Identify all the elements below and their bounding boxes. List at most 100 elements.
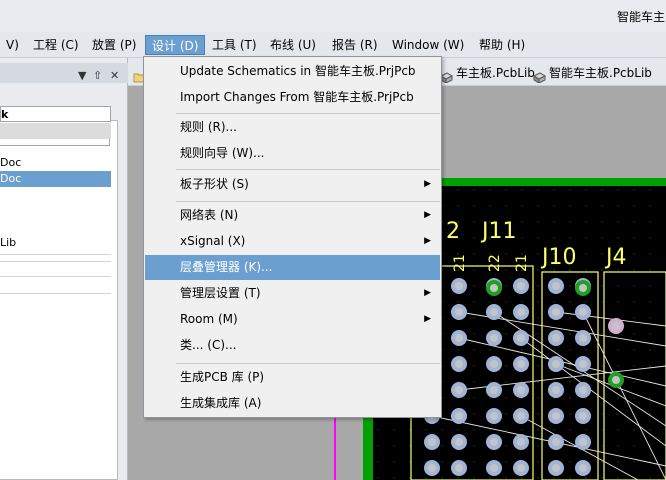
submenu-arrow-icon: ▶ (424, 288, 431, 298)
pad-pink (608, 318, 624, 334)
pad (451, 460, 467, 476)
tree-item[interactable] (0, 123, 111, 139)
pad (451, 382, 467, 398)
pin-label-21a: 21 (452, 254, 468, 272)
menu-7[interactable]: Window (W) (386, 35, 470, 55)
design-menu-item-label: 板子形状 (S) (180, 177, 249, 191)
tree-divider (0, 293, 111, 294)
design-menu-item-label: Update Schematics in 智能车主板.PrjPcb (180, 64, 416, 78)
pad-green (608, 372, 624, 388)
designator-j4: J4 (604, 245, 627, 270)
menu-0[interactable]: V) (0, 35, 25, 55)
design-menu-item-2[interactable]: 规则 (R)... (145, 115, 440, 140)
submenu-arrow-icon: ▶ (424, 210, 431, 220)
menu-4[interactable]: 工具 (T) (206, 35, 263, 55)
menu-1[interactable]: 工程 (C) (27, 35, 85, 55)
pad (575, 356, 591, 372)
design-menu-item-label: xSignal (X) (180, 234, 246, 248)
tree-item[interactable]: k (0, 106, 111, 122)
design-menu-item-label: 网络表 (N) (180, 208, 239, 222)
pad (513, 278, 529, 294)
pad (548, 408, 564, 424)
title-bar: 智能车主 (0, 0, 666, 32)
menu-separator (176, 363, 440, 364)
designator-j11: J11 (480, 219, 516, 244)
design-menu-item-7[interactable]: 层叠管理器 (K)... (145, 255, 440, 280)
pad (513, 382, 529, 398)
design-menu-item-1[interactable]: Import Changes From 智能车主板.PrjPcb (145, 85, 440, 110)
menu-6[interactable]: 报告 (R) (326, 35, 384, 55)
doc-tab[interactable]: 智能车主板.PcbLib (532, 62, 652, 84)
pad (451, 408, 467, 424)
doc-tab-label: 智能车主板.PcbLib (549, 66, 652, 80)
designator-2: 2 (446, 219, 460, 244)
design-menu-item-5[interactable]: 网络表 (N) ▶ (145, 203, 440, 228)
pad (575, 460, 591, 476)
pad (424, 460, 440, 476)
menu-separator (176, 113, 440, 114)
tree-item[interactable]: Doc (0, 171, 111, 187)
design-menu-item-label: 类... (C)... (180, 338, 237, 352)
pad (451, 278, 467, 294)
menu-2[interactable]: 放置 (P) (86, 35, 142, 55)
design-menu-item-label: Room (M) (180, 312, 238, 326)
design-menu-item-10[interactable]: 类... (C)... (145, 333, 440, 358)
pad (513, 434, 529, 450)
design-menu-item-label: 规则向导 (W)... (180, 146, 265, 160)
pad (513, 304, 529, 320)
pad (486, 330, 502, 346)
design-menu-item-label: 管理层设置 (T) (180, 286, 261, 300)
pad (486, 408, 502, 424)
pad (513, 356, 529, 372)
design-menu-item-6[interactable]: xSignal (X) ▶ (145, 229, 440, 254)
pin-icon[interactable]: ⇧ (93, 69, 102, 82)
pad (486, 434, 502, 450)
tree-item[interactable]: Doc (0, 155, 111, 171)
design-menu-item-11[interactable]: 生成PCB 库 (P) (145, 365, 440, 390)
menu-3[interactable]: 设计 (D) (145, 35, 206, 55)
tree-divider (0, 254, 111, 255)
design-menu-item-label: 层叠管理器 (K)... (180, 260, 273, 274)
design-menu-item-12[interactable]: 生成集成库 (A) (145, 391, 440, 416)
panel-menu-icon[interactable]: ▼ (78, 69, 86, 82)
close-icon[interactable]: ✕ (110, 69, 119, 82)
pad (513, 460, 529, 476)
pad (451, 330, 467, 346)
submenu-arrow-icon: ▶ (424, 179, 431, 189)
pad (575, 382, 591, 398)
window-title: 智能车主 (617, 10, 666, 24)
menu-8[interactable]: 帮助 (H) (473, 35, 531, 55)
submenu-arrow-icon: ▶ (424, 236, 431, 246)
doc-tab[interactable]: 车主板.PcbLib (439, 62, 535, 84)
pcblib-icon (532, 68, 547, 84)
design-menu-item-8[interactable]: 管理层设置 (T) ▶ (145, 281, 440, 306)
pad (548, 330, 564, 346)
design-menu-item-label: 生成集成库 (A) (180, 396, 262, 410)
pad (548, 304, 564, 320)
design-menu-item-label: 生成PCB 库 (P) (180, 370, 265, 384)
submenu-arrow-icon: ▶ (424, 314, 431, 324)
design-menu-item-0[interactable]: Update Schematics in 智能车主板.PrjPcb (145, 59, 440, 84)
pad (548, 434, 564, 450)
tree-item[interactable]: Lib (0, 235, 111, 251)
design-menu-item-3[interactable]: 规则向导 (W)... (145, 141, 440, 166)
menu-5[interactable]: 布线 (U) (264, 35, 322, 55)
pad (451, 304, 467, 320)
pad-green (575, 280, 591, 296)
design-menu-item-9[interactable]: Room (M) ▶ (145, 307, 440, 332)
pad (513, 330, 529, 346)
pad (548, 460, 564, 476)
design-menu-item-4[interactable]: 板子形状 (S) ▶ (145, 172, 440, 197)
menu-separator (176, 201, 440, 202)
tree-divider (0, 261, 111, 262)
pad (548, 278, 564, 294)
tree-divider (0, 276, 111, 277)
pad (451, 356, 467, 372)
design-menu-item-label: Import Changes From 智能车主板.PrjPcb (180, 90, 414, 104)
pad (513, 408, 529, 424)
pad (424, 434, 440, 450)
pad-green (486, 280, 502, 296)
design-menu: Update Schematics in 智能车主板.PrjPcb Import … (143, 56, 442, 418)
panel-header: ▼ ⇧ ✕ (0, 63, 128, 83)
pad (451, 434, 467, 450)
